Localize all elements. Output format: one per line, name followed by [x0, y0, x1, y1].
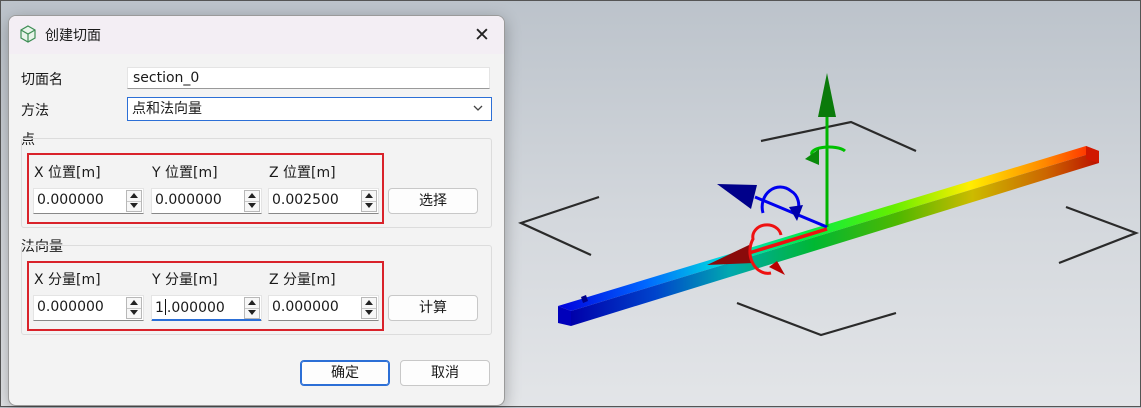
spin-down-icon[interactable]: [362, 201, 376, 211]
y-axis-arrow: [805, 73, 847, 227]
compute-button[interactable]: 计算: [388, 295, 478, 321]
text-caret: [164, 299, 166, 315]
dialog-title: 创建切面: [45, 28, 101, 44]
spin-buttons: [361, 297, 377, 319]
z-position-spinbox[interactable]: 0.002500: [268, 188, 379, 214]
y-component-label: Y 分量[m]: [152, 272, 218, 288]
z-component-value: 0.000000: [272, 299, 339, 315]
method-label: 方法: [21, 103, 49, 119]
close-icon: ✕: [474, 24, 490, 46]
select-button[interactable]: 选择: [388, 188, 478, 214]
spin-buttons: [361, 190, 377, 212]
z-position-label: Z 位置[m]: [269, 165, 336, 181]
y-position-value: 0.000000: [155, 192, 222, 208]
section-name-value: section_0: [133, 70, 200, 86]
z-axis-arrow: [717, 184, 828, 229]
x-position-value: 0.000000: [37, 192, 104, 208]
x-component-spinbox[interactable]: 0.000000: [33, 295, 144, 321]
spin-down-icon[interactable]: [362, 308, 376, 318]
chevron-down-icon: [473, 105, 483, 111]
spin-down-icon[interactable]: [127, 308, 141, 318]
cancel-button[interactable]: 取消: [400, 360, 490, 386]
z-component-spinbox[interactable]: 0.000000: [268, 295, 379, 321]
spin-buttons: [126, 190, 142, 212]
z-position-value: 0.002500: [272, 192, 339, 208]
spin-buttons: [126, 297, 142, 319]
z-component-label: Z 分量[m]: [269, 272, 336, 288]
title-bar[interactable]: 创建切面 ✕: [9, 16, 504, 54]
create-section-dialog: 创建切面 ✕ 切面名 section_0 方法 点和法向量 点 X 位置[m] …: [8, 15, 505, 406]
method-select[interactable]: 点和法向量: [127, 97, 492, 121]
y-value-before-caret: 1: [155, 300, 164, 316]
spin-buttons: [244, 297, 260, 319]
x-position-spinbox[interactable]: 0.000000: [33, 188, 144, 214]
method-value: 点和法向量: [132, 101, 202, 117]
spin-down-icon[interactable]: [245, 308, 259, 318]
x-component-value: 0.000000: [37, 299, 104, 315]
x-component-label: X 分量[m]: [34, 272, 101, 288]
y-component-spinbox[interactable]: 1.000000: [151, 295, 262, 321]
spin-buttons: [244, 190, 260, 212]
spin-down-icon[interactable]: [127, 201, 141, 211]
section-name-input[interactable]: section_0: [127, 67, 490, 89]
y-position-spinbox[interactable]: 0.000000: [151, 188, 262, 214]
spin-down-icon[interactable]: [245, 201, 259, 211]
focus-underline: [152, 319, 261, 321]
section-cube-icon: [20, 25, 36, 43]
y-value-after-caret: .000000: [166, 300, 225, 316]
section-name-label: 切面名: [21, 72, 63, 88]
x-position-label: X 位置[m]: [34, 165, 101, 181]
y-component-value: 1.000000: [155, 299, 225, 316]
close-button[interactable]: ✕: [466, 21, 498, 49]
y-position-label: Y 位置[m]: [152, 165, 218, 181]
ok-button[interactable]: 确定: [300, 360, 390, 386]
